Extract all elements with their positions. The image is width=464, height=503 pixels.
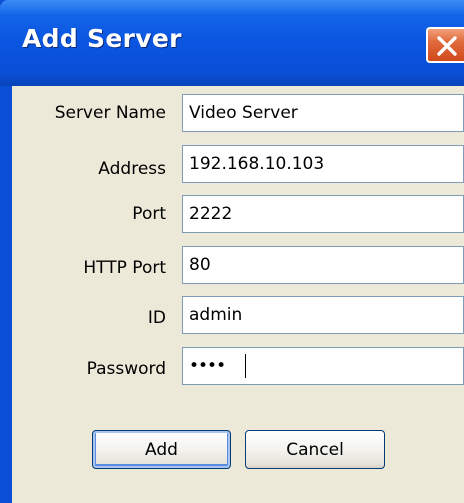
add-server-dialog: Add Server Server Name Address Port HTTP… bbox=[0, 0, 464, 503]
address-label: Address bbox=[98, 159, 166, 179]
password-row: Password bbox=[12, 347, 464, 385]
http-port-label: HTTP Port bbox=[83, 258, 166, 278]
dialog-body: Server Name Address Port HTTP Port ID Pa… bbox=[12, 86, 464, 503]
add-button[interactable]: Add bbox=[92, 430, 231, 469]
server-name-label: Server Name bbox=[54, 103, 166, 123]
dialog-title: Add Server bbox=[22, 24, 182, 53]
port-input[interactable] bbox=[182, 195, 464, 233]
id-input[interactable] bbox=[182, 296, 464, 334]
id-row: ID bbox=[12, 296, 464, 334]
port-row: Port bbox=[12, 195, 464, 233]
port-label: Port bbox=[132, 204, 166, 224]
title-bar[interactable]: Add Server bbox=[0, 0, 464, 86]
address-row: Address bbox=[12, 145, 464, 183]
http-port-input[interactable] bbox=[182, 246, 464, 284]
text-caret bbox=[245, 354, 246, 378]
close-button[interactable] bbox=[426, 27, 464, 63]
http-port-row: HTTP Port bbox=[12, 246, 464, 284]
password-label: Password bbox=[86, 359, 166, 379]
server-name-input[interactable] bbox=[182, 94, 464, 132]
server-name-row: Server Name bbox=[12, 94, 464, 132]
password-input[interactable] bbox=[182, 347, 464, 385]
address-input[interactable] bbox=[182, 145, 464, 183]
cancel-button[interactable]: Cancel bbox=[245, 430, 385, 469]
id-label: ID bbox=[147, 308, 166, 328]
close-icon bbox=[437, 36, 457, 56]
